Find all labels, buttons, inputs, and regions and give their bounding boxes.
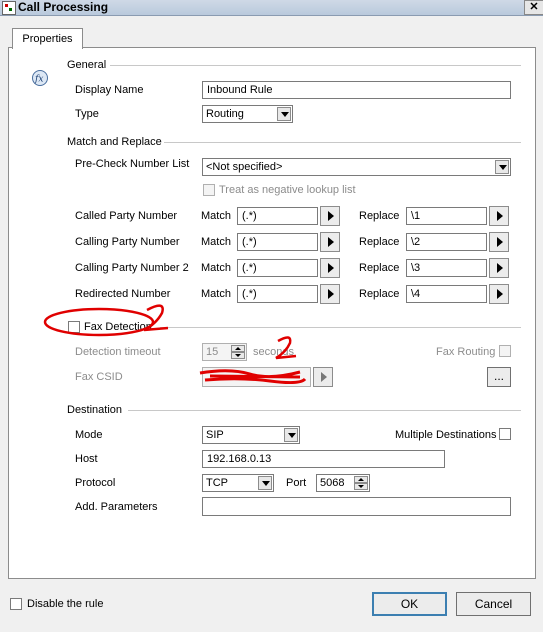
calling-party-label: Calling Party Number — [75, 236, 180, 248]
treat-negative-label: Treat as negative lookup list — [219, 184, 356, 196]
general-section-title: General — [67, 59, 107, 71]
seconds-label: seconds — [253, 346, 294, 358]
called-party-replace-field[interactable]: \1 — [406, 207, 487, 225]
destination-section-title: Destination — [67, 404, 123, 416]
port-stepper[interactable]: 5068 — [316, 474, 370, 492]
fax-routing-label: Fax Routing — [436, 346, 496, 358]
calling-party-2-label: Calling Party Number 2 — [75, 262, 189, 274]
match-label: Match — [201, 236, 231, 248]
fax-csid-field[interactable] — [202, 367, 311, 387]
mode-label: Mode — [75, 429, 103, 441]
calling-party-match-field[interactable]: (.*) — [237, 233, 318, 251]
fax-detection-label: Fax Detection — [84, 321, 152, 333]
chevron-down-icon — [277, 107, 291, 121]
port-value: 5068 — [320, 477, 345, 489]
replace-label: Replace — [359, 288, 400, 300]
chevron-down-icon — [495, 160, 509, 174]
add-params-field[interactable] — [202, 497, 511, 516]
calling-party-2-match-button[interactable] — [320, 258, 340, 278]
ok-button[interactable]: OK — [372, 592, 447, 616]
mode-select-value: SIP — [206, 429, 224, 441]
match-label: Match — [201, 210, 231, 222]
fax-routing-checkbox[interactable] — [499, 345, 511, 357]
match-label: Match — [201, 262, 231, 274]
treat-negative-checkbox[interactable] — [203, 184, 215, 196]
host-field[interactable]: 192.168.0.13 — [202, 450, 445, 468]
multiple-destinations-label: Multiple Destinations — [395, 429, 497, 441]
svg-text:fx: fx — [34, 75, 43, 85]
calling-party-2-match-field[interactable]: (.*) — [237, 259, 318, 277]
function-fx-icon: fx — [32, 70, 48, 86]
protocol-select-value: TCP — [206, 477, 228, 489]
destination-divider — [128, 410, 521, 411]
calling-party-2-replace-field[interactable]: \3 — [406, 259, 487, 277]
precheck-select-value: <Not specified> — [206, 161, 283, 173]
fax-csid-button[interactable] — [313, 367, 333, 387]
redirected-replace-field[interactable]: \4 — [406, 285, 487, 303]
stepper-arrows-icon — [354, 476, 368, 490]
match-replace-divider — [164, 142, 521, 143]
disable-rule-checkbox[interactable] — [10, 598, 22, 610]
display-name-field[interactable]: Inbound Rule — [202, 81, 511, 99]
replace-label: Replace — [359, 262, 400, 274]
calling-party-2-replace-button[interactable] — [489, 258, 509, 278]
calling-party-replace-button[interactable] — [489, 232, 509, 252]
general-divider — [110, 65, 521, 66]
fax-csid-label: Fax CSID — [75, 371, 123, 383]
calling-party-replace-field[interactable]: \2 — [406, 233, 487, 251]
type-label: Type — [75, 108, 99, 120]
window-title: Call Processing — [18, 0, 109, 14]
chevron-down-icon — [284, 428, 298, 442]
add-params-label: Add. Parameters — [75, 501, 158, 513]
called-party-match-field[interactable]: (.*) — [237, 207, 318, 225]
detection-timeout-label: Detection timeout — [75, 346, 161, 358]
calling-party-match-button[interactable] — [320, 232, 340, 252]
redirected-match-button[interactable] — [320, 284, 340, 304]
precheck-label: Pre-Check Number List — [75, 158, 190, 170]
tab-properties[interactable]: Properties — [12, 28, 83, 49]
match-label: Match — [201, 288, 231, 300]
type-select-value: Routing — [206, 108, 244, 120]
host-label: Host — [75, 453, 98, 465]
display-name-label: Display Name — [75, 84, 144, 96]
mode-select[interactable]: SIP — [202, 426, 300, 444]
stepper-arrows-icon — [231, 345, 245, 359]
call-processing-app-icon — [2, 1, 16, 15]
close-button[interactable]: ✕ — [524, 0, 543, 15]
redirected-number-label: Redirected Number — [75, 288, 171, 300]
redirected-match-field[interactable]: (.*) — [237, 285, 318, 303]
port-label: Port — [286, 477, 307, 489]
redirected-replace-button[interactable] — [489, 284, 509, 304]
called-party-replace-button[interactable] — [489, 206, 509, 226]
called-party-match-button[interactable] — [320, 206, 340, 226]
detection-timeout-value: 15 — [206, 346, 219, 358]
fax-browse-button[interactable]: ... — [487, 367, 511, 387]
protocol-label: Protocol — [75, 477, 116, 489]
chevron-down-icon — [258, 476, 272, 490]
protocol-select[interactable]: TCP — [202, 474, 274, 492]
disable-rule-label: Disable the rule — [27, 598, 104, 610]
replace-label: Replace — [359, 210, 400, 222]
precheck-select[interactable]: <Not specified> — [202, 158, 511, 176]
fax-detection-checkbox[interactable] — [68, 321, 80, 333]
cancel-button[interactable]: Cancel — [456, 592, 531, 616]
fax-divider — [160, 327, 521, 328]
match-replace-section-title: Match and Replace — [67, 136, 162, 148]
multiple-destinations-checkbox[interactable] — [499, 428, 511, 440]
detection-timeout-stepper[interactable]: 15 — [202, 343, 247, 361]
called-party-label: Called Party Number — [75, 210, 178, 222]
replace-label: Replace — [359, 236, 400, 248]
type-select[interactable]: Routing — [202, 105, 293, 123]
